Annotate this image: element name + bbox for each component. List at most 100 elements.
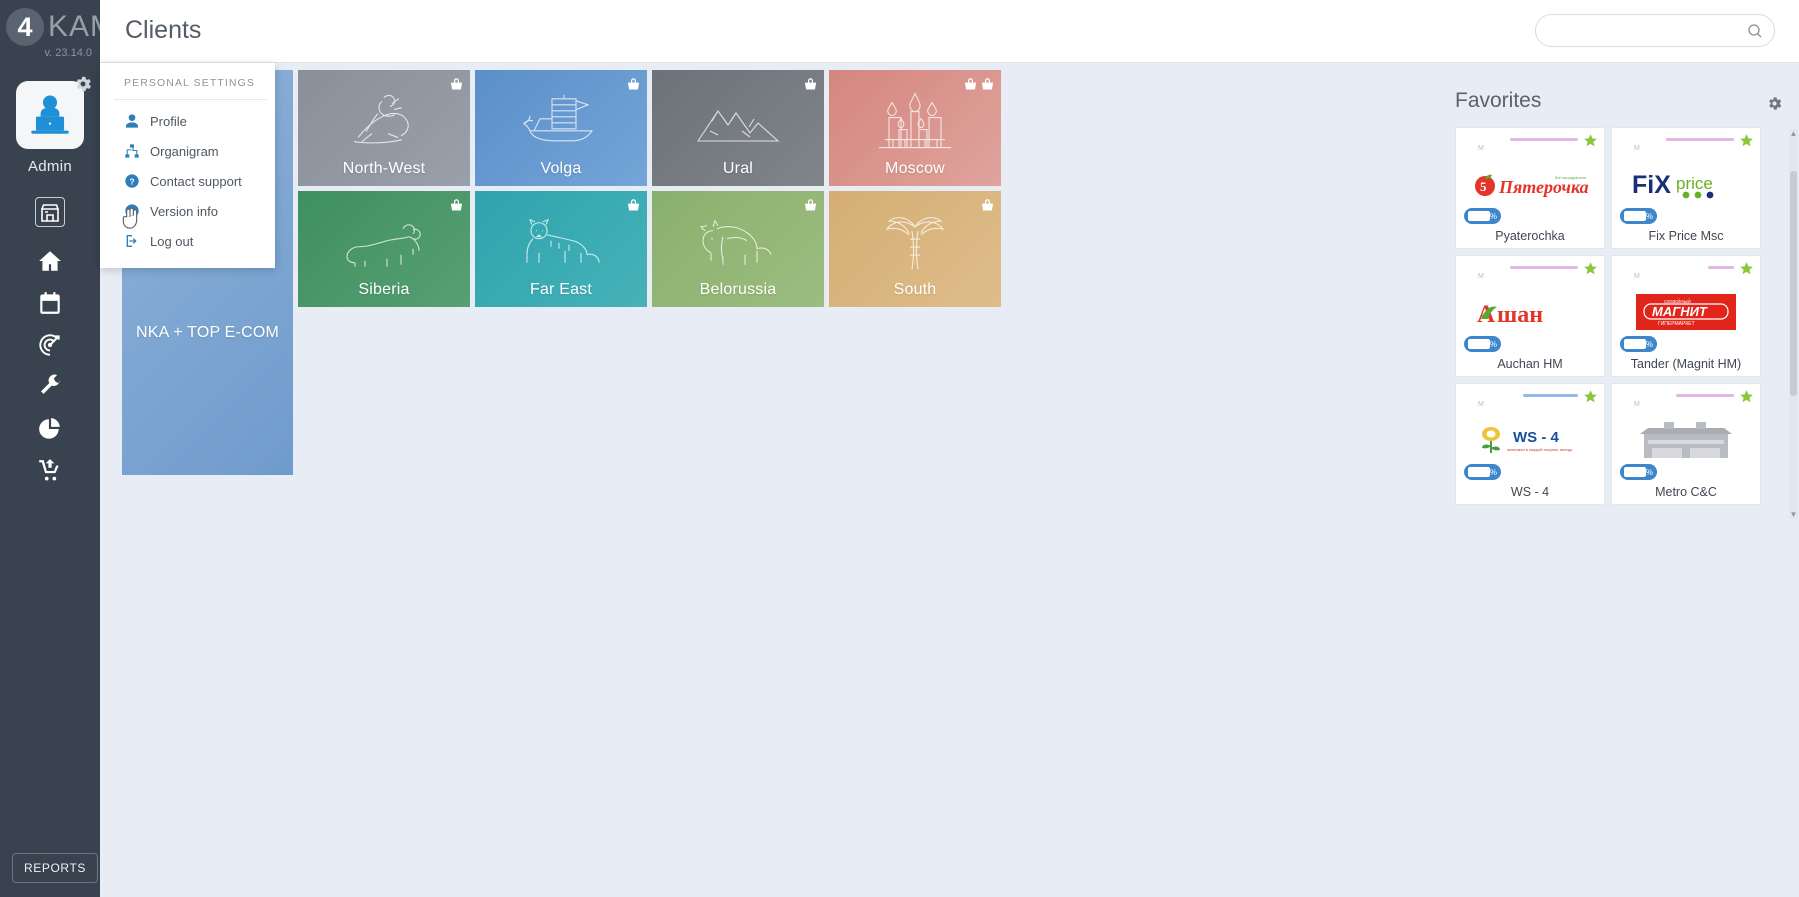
tile-label: Moscow [885, 160, 945, 177]
menu-item-profile[interactable]: Profile [100, 106, 275, 136]
bear-icon [343, 217, 425, 269]
tile-siberia[interactable]: Siberia [298, 191, 470, 307]
svg-text:Всё там рядом есть: Всё там рядом есть [1555, 176, 1586, 180]
topbar: Clients [100, 0, 1799, 63]
metro-logo [1612, 418, 1760, 462]
tile-badges [626, 77, 641, 92]
mini-chart: M [1478, 264, 1578, 284]
basket-icon [981, 78, 994, 90]
svg-text:МАГНИТ: МАГНИТ [1652, 304, 1708, 319]
reports-button[interactable]: REPORTS [12, 853, 98, 883]
sidebar-item-target[interactable] [28, 325, 72, 365]
favorite-card-auchan[interactable]: M A шан % Auchan HM [1455, 255, 1605, 377]
tile-belorussia[interactable]: Belorussia [652, 191, 824, 307]
svg-text:шан: шан [1497, 302, 1543, 327]
ship-icon [522, 91, 600, 151]
sidebar-item-calendar[interactable] [28, 283, 72, 323]
favorites-scrollbar[interactable]: ▲ ▼ [1789, 129, 1798, 519]
tile-north-west[interactable]: North-West [298, 70, 470, 186]
menu-header: PERSONAL SETTINGS [124, 77, 255, 89]
store-icon [41, 204, 59, 222]
star-icon[interactable] [1739, 389, 1754, 404]
page-title: Clients [125, 16, 202, 44]
menu-item-contact-support[interactable]: ? Contact support [100, 166, 275, 196]
search-box[interactable] [1535, 14, 1775, 47]
auchan-logo: A шан [1456, 290, 1604, 334]
svg-text:5: 5 [1480, 179, 1487, 194]
target-icon [39, 334, 60, 356]
truck-percent-icon: % [1464, 336, 1501, 352]
svg-text:экономия в каждой покупке, все: экономия в каждой покупке, всегда [1507, 447, 1573, 452]
sidebar-item-tools[interactable] [28, 367, 72, 407]
tile-label: Volga [540, 160, 582, 177]
mini-chart: M [1634, 136, 1734, 156]
svg-text:price: price [1676, 174, 1713, 193]
palm-icon [880, 213, 950, 271]
scrollbar-thumb[interactable] [1790, 171, 1797, 396]
sidebar-item-analytics[interactable] [28, 409, 72, 449]
home-icon [39, 251, 61, 271]
basket-icon [981, 199, 994, 211]
truck-percent-icon: % [1464, 464, 1501, 480]
tile-south[interactable]: South [829, 191, 1001, 307]
menu-item-label: Organigram [150, 143, 219, 159]
tile-volga[interactable]: Volga [475, 70, 647, 186]
favorite-name: Tander (Magnit HM) [1630, 357, 1742, 371]
user-icon [126, 114, 138, 128]
tile-far-east[interactable]: Far East [475, 191, 647, 307]
magnit-logo: СЕМЕЙНЫЙ МАГНИТ ГИПЕРМАРКЕТ [1612, 290, 1760, 334]
brand-version: v. 23.14.0 [44, 47, 93, 59]
tile-moscow[interactable]: Moscow [829, 70, 1001, 186]
basket-icon [450, 78, 463, 90]
menu-item-label: Log out [150, 233, 194, 249]
svg-text:СЕМЕЙНЫЙ: СЕМЕЙНЫЙ [1664, 297, 1691, 304]
ws4-logo: WS - 4 экономия в каждой покупке, всегда [1456, 418, 1604, 462]
favorites-scroll-area[interactable]: M 5 Пятерочка Всё там рядом есть % Pyate… [1455, 127, 1785, 519]
search-input[interactable] [1536, 15, 1774, 46]
sidebar-item-home[interactable] [28, 241, 72, 281]
star-icon[interactable] [1739, 133, 1754, 148]
favorite-name: Fix Price Msc [1648, 229, 1724, 243]
tile-badges [980, 198, 995, 213]
tile-label: NKA + TOP E-COM [135, 323, 280, 341]
user-name: Admin [27, 158, 73, 175]
truck-percent-icon: % [1464, 208, 1501, 224]
gear-icon[interactable] [73, 74, 93, 94]
favorite-card-ws4[interactable]: M WS - 4 экономия в каждой покупке, всег… [1455, 383, 1605, 505]
mini-chart-text: M [1634, 273, 1642, 280]
brand-logo-icon: 4 [6, 8, 44, 46]
favorite-card-metro[interactable]: M % Metro C&C [1611, 383, 1761, 505]
basket-icon [450, 199, 463, 211]
svg-text:Пятерочка: Пятерочка [1498, 177, 1589, 197]
star-icon[interactable] [1739, 261, 1754, 276]
scroll-down-icon[interactable]: ▼ [1789, 510, 1798, 519]
favorites-title: Favorites [1455, 89, 1542, 112]
svg-text:FiX: FiX [1632, 171, 1671, 199]
sidebar: 4 KAM v. 23.14.0 Admin REPORTS [0, 0, 115, 897]
basket-icon [964, 78, 977, 90]
avatar[interactable] [16, 76, 91, 149]
favorite-card-magnit[interactable]: M СЕМЕЙНЫЙ МАГНИТ ГИПЕРМАРКЕТ % Tander (… [1611, 255, 1761, 377]
star-icon[interactable] [1583, 261, 1598, 276]
scroll-up-icon[interactable]: ▲ [1789, 129, 1798, 138]
favorite-name: WS - 4 [1510, 485, 1550, 499]
favorite-card-pyaterochka[interactable]: M 5 Пятерочка Всё там рядом есть % Pyate… [1455, 127, 1605, 249]
search-icon[interactable] [1747, 23, 1763, 39]
tile-badges [449, 198, 464, 213]
mini-chart: M [1634, 392, 1734, 412]
menu-item-organigram[interactable]: Organigram [100, 136, 275, 166]
mini-chart-text: M [1634, 145, 1642, 152]
star-icon[interactable] [1583, 389, 1598, 404]
mouse-cursor-pointer [122, 207, 138, 229]
menu-item-label: Profile [150, 113, 187, 129]
favorite-name: Auchan HM [1497, 357, 1563, 371]
basket-icon [627, 78, 640, 90]
sidebar-item-store[interactable] [35, 197, 65, 227]
gear-icon[interactable] [1766, 95, 1783, 112]
favorite-card-fix-price[interactable]: M FiX price % Fix Price Msc [1611, 127, 1761, 249]
sidebar-item-cart[interactable] [28, 451, 72, 491]
tile-label: Far East [529, 281, 593, 298]
star-icon[interactable] [1583, 133, 1598, 148]
tile-ural[interactable]: Ural [652, 70, 824, 186]
tile-label: Ural [722, 160, 754, 177]
